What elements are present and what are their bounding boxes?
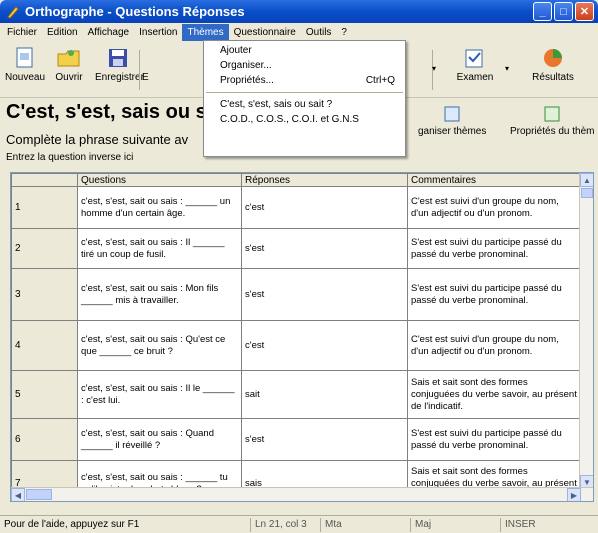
table-row[interactable]: 2 c'est, s'est, sait ou sais : Il ______ …	[11, 228, 582, 269]
shortcut-label: Ctrl+Q	[365, 75, 395, 86]
column-header-commentaires[interactable]: Commentaires	[407, 173, 582, 187]
menu-fichier[interactable]: Fichier	[2, 24, 42, 41]
table-header-row: Questions Réponses Commentaires	[11, 173, 582, 187]
maximize-button[interactable]: □	[554, 2, 573, 21]
page-title: C'est, s'est, sais ou s	[6, 101, 207, 123]
themes-dropdown-menu: Ajouter Organiser... Propriétés... Ctrl+…	[203, 40, 406, 157]
exam-icon	[463, 46, 487, 70]
answer-cell[interactable]: s'est	[241, 418, 408, 461]
organise-icon	[418, 104, 486, 126]
table-row[interactable]: 3 c'est, s'est, sait ou sais : Mon fils _…	[11, 268, 582, 321]
comment-cell[interactable]: S'est est suivi du participe passé du pa…	[407, 418, 582, 461]
question-cell[interactable]: c'est, s'est, sait ou sais : Quand _____…	[77, 418, 242, 461]
row-number[interactable]: 4	[11, 320, 78, 371]
answer-cell[interactable]: s'est	[241, 268, 408, 321]
title-bar: Orthographe - Questions Réponses _ □ ✕	[0, 0, 598, 23]
menu-affichage[interactable]: Affichage	[83, 24, 135, 41]
scroll-left-icon[interactable]: ◀	[11, 488, 25, 501]
table-row[interactable]: 4 c'est, s'est, sait ou sais : Qu'est ce …	[11, 320, 582, 371]
corner-header	[11, 173, 78, 187]
comment-cell[interactable]: C'est est suivi d'un groupe du nom, d'un…	[407, 186, 582, 229]
menu-outils[interactable]: Outils	[301, 24, 337, 41]
app-icon	[6, 5, 20, 19]
properties-icon	[510, 104, 595, 126]
menu-item-organiser[interactable]: Organiser...	[204, 58, 405, 73]
results-icon	[541, 46, 565, 70]
column-header-questions[interactable]: Questions	[77, 173, 242, 187]
answer-cell[interactable]: c'est	[241, 186, 408, 229]
status-indicator: Mta	[320, 517, 410, 532]
minimize-button[interactable]: _	[533, 2, 552, 21]
status-indicator: INSER	[500, 517, 598, 532]
toolbar-partial-button[interactable]: E	[142, 46, 156, 83]
scroll-up-icon[interactable]: ▲	[580, 173, 593, 187]
menu-item-theme[interactable]: C'est, s'est, sais ou sait ?	[204, 97, 405, 112]
row-number[interactable]: 5	[11, 370, 78, 419]
comment-cell[interactable]: S'est est suivi du participe passé du pa…	[407, 228, 582, 269]
scroll-right-icon[interactable]: ▶	[567, 488, 581, 501]
organise-themes-button[interactable]: ganiser thèmes	[418, 104, 486, 137]
comment-cell[interactable]: C'est est suivi d'un groupe du nom, d'un…	[407, 320, 582, 371]
answer-cell[interactable]: c'est	[241, 320, 408, 371]
scroll-thumb[interactable]	[26, 489, 52, 500]
horizontal-scrollbar[interactable]: ◀ ▶	[11, 487, 593, 501]
answer-cell[interactable]: sait	[241, 370, 408, 419]
menu-edition[interactable]: Edition	[42, 24, 83, 41]
save-icon	[106, 46, 130, 70]
status-bar: Pour de l'aide, appuyez sur F1 Ln 21, co…	[0, 515, 598, 533]
chevron-down-icon[interactable]: ▾	[432, 64, 436, 73]
theme-properties-button[interactable]: Propriétés du thèm	[510, 104, 595, 137]
theme-buttons: ganiser thèmes Propriétés du thèm	[418, 100, 598, 155]
menu-item-proprietes[interactable]: Propriétés... Ctrl+Q	[204, 73, 405, 88]
menu-insertion[interactable]: Insertion	[134, 24, 182, 41]
menu-separator	[206, 92, 403, 93]
menu-themes[interactable]: Thèmes	[182, 23, 229, 41]
new-document-icon	[13, 46, 37, 70]
instruction-text: Complète la phrase suivante av	[6, 132, 189, 147]
menu-bar: Fichier Edition Affichage Insertion Thèm…	[0, 23, 598, 41]
status-position: Ln 21, col 3	[250, 517, 320, 532]
status-indicator: Maj	[410, 517, 500, 532]
menu-questionnaire[interactable]: Questionnaire	[229, 24, 301, 41]
results-button[interactable]: Résultats	[525, 46, 581, 83]
status-help: Pour de l'aide, appuyez sur F1	[4, 518, 140, 530]
scroll-thumb[interactable]	[581, 188, 593, 198]
row-number[interactable]: 2	[11, 228, 78, 269]
column-header-reponses[interactable]: Réponses	[241, 173, 408, 187]
chevron-down-icon[interactable]: ▾	[505, 64, 509, 73]
question-cell[interactable]: c'est, s'est, sait ou sais : Qu'est ce q…	[77, 320, 242, 371]
vertical-scrollbar[interactable]: ▲ ▼	[579, 173, 593, 489]
menu-help[interactable]: ?	[336, 24, 352, 41]
toolbar-separator	[139, 50, 140, 90]
comment-cell[interactable]: Sais et sait sont des formes conjuguées …	[407, 370, 582, 419]
save-button[interactable]: Enregistrer	[95, 46, 144, 83]
close-button[interactable]: ✕	[575, 2, 594, 21]
questions-grid: Questions Réponses Commentaires 1 c'est, …	[10, 172, 594, 502]
question-cell[interactable]: c'est, s'est, sait ou sais : Il le _____…	[77, 370, 242, 419]
menu-item-theme[interactable]: C.O.D., C.O.S., C.O.I. et G.N.S	[204, 112, 405, 127]
question-cell[interactable]: c'est, s'est, sait ou sais : Il ______ t…	[77, 228, 242, 269]
table-row[interactable]: 1 c'est, s'est, sait ou sais : ______ un …	[11, 186, 582, 229]
question-cell[interactable]: c'est, s'est, sait ou sais : Mon fils __…	[77, 268, 242, 321]
folder-icon	[57, 46, 81, 70]
table-row[interactable]: 6 c'est, s'est, sait ou sais : Quand ____…	[11, 418, 582, 461]
window-title: Orthographe - Questions Réponses	[25, 4, 245, 19]
comment-cell[interactable]: S'est est suivi du participe passé du pa…	[407, 268, 582, 321]
row-number[interactable]: 1	[11, 186, 78, 229]
open-button[interactable]: Ouvrir	[46, 46, 92, 83]
row-number[interactable]: 6	[11, 418, 78, 461]
exam-button[interactable]: Examen	[450, 46, 500, 83]
question-cell[interactable]: c'est, s'est, sait ou sais : ______ un h…	[77, 186, 242, 229]
row-number[interactable]: 3	[11, 268, 78, 321]
new-button[interactable]: Nouveau	[2, 46, 48, 83]
menu-item-ajouter[interactable]: Ajouter	[204, 43, 405, 58]
questions-table: Questions Réponses Commentaires 1 c'est, …	[11, 173, 582, 501]
answer-cell[interactable]: s'est	[241, 228, 408, 269]
question-hint[interactable]: Entrez la question inverse ici	[6, 152, 133, 163]
table-row[interactable]: 5 c'est, s'est, sait ou sais : Il le ____…	[11, 370, 582, 419]
